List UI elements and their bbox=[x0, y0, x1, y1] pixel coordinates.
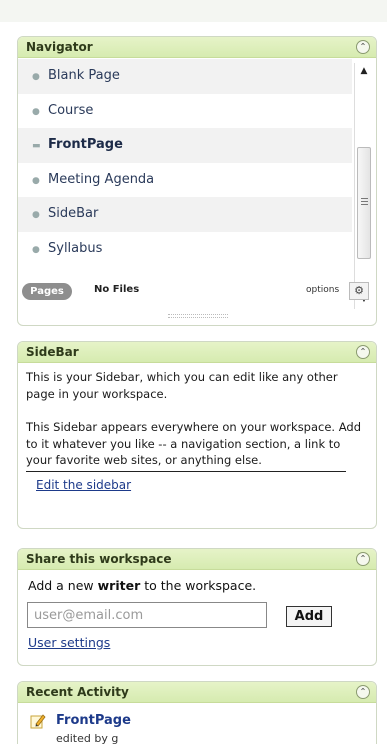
scroll-thumb[interactable] bbox=[357, 147, 371, 259]
edit-sidebar-link[interactable]: Edit the sidebar bbox=[36, 478, 376, 492]
nav-item-course[interactable]: ● Course bbox=[18, 94, 352, 129]
bullet-icon: ● bbox=[32, 72, 40, 82]
bullet-icon: ● bbox=[32, 210, 40, 221]
sidebar-body: This is your Sidebar, which you can edit… bbox=[18, 363, 376, 469]
nav-item-frontpage[interactable]: ▬ FrontPage bbox=[18, 128, 352, 163]
navigator-title: Navigator bbox=[26, 40, 93, 54]
nav-item-label: Course bbox=[48, 102, 94, 118]
recent-header: Recent Activity ⌃ bbox=[18, 682, 376, 703]
files-tab[interactable]: No Files bbox=[94, 284, 139, 295]
share-prompt-role: writer bbox=[97, 578, 141, 593]
recent-item-subtitle: edited by g bbox=[56, 732, 119, 744]
divider bbox=[26, 470, 346, 472]
nav-item-label: Meeting Agenda bbox=[48, 171, 155, 187]
gear-icon[interactable]: ⚙ bbox=[349, 282, 369, 300]
recent-activity-panel: Recent Activity ⌃ FrontPage edited by g bbox=[17, 681, 377, 744]
nav-item-label: Blank Page bbox=[48, 68, 120, 83]
sidebar-paragraph: This Sidebar appears everywhere on your … bbox=[26, 420, 361, 467]
sidebar-header: SideBar ⌃ bbox=[18, 342, 376, 363]
nav-item-meeting-agenda[interactable]: ● Meeting Agenda bbox=[18, 163, 352, 198]
scroll-up-arrow-icon[interactable]: ▲ bbox=[358, 65, 370, 77]
bullet-icon: ● bbox=[32, 175, 40, 186]
sidebar-panel: SideBar ⌃ This is your Sidebar, which yo… bbox=[17, 341, 377, 529]
navigator-header: Navigator ⌃ bbox=[18, 37, 376, 58]
add-button[interactable]: Add bbox=[286, 606, 332, 627]
navigator-collapse-icon[interactable]: ⌃ bbox=[356, 40, 370, 54]
share-collapse-icon[interactable]: ⌃ bbox=[356, 552, 370, 566]
navigator-scrollbar[interactable]: ▲ ▼ bbox=[354, 63, 372, 309]
share-panel: Share this workspace ⌃ Add a new writer … bbox=[17, 548, 377, 666]
grip-line bbox=[361, 204, 368, 205]
options-link[interactable]: options bbox=[306, 285, 339, 295]
nav-item-sidebar[interactable]: ● SideBar bbox=[18, 197, 352, 232]
nav-item-syllabus[interactable]: ● Syllabus bbox=[18, 232, 352, 267]
sidebar-paragraph: This is your Sidebar, which you can edit… bbox=[26, 370, 338, 401]
grip-line bbox=[361, 201, 368, 202]
share-prompt-suffix: to the workspace. bbox=[140, 578, 257, 593]
pencil-icon bbox=[30, 714, 46, 729]
pages-tab[interactable]: Pages bbox=[22, 283, 72, 300]
bullet-icon: ● bbox=[32, 106, 40, 117]
nav-item-blank-page[interactable]: ● Blank Page bbox=[18, 59, 352, 94]
share-title: Share this workspace bbox=[26, 552, 172, 566]
nav-item-label: SideBar bbox=[48, 206, 99, 222]
sidebar-collapse-icon[interactable]: ⌃ bbox=[356, 345, 370, 359]
sidebar-title: SideBar bbox=[26, 345, 79, 359]
navigator-page-list: ● Blank Page ● Course ▬ FrontPage ● Meeting … bbox=[18, 59, 352, 315]
resize-handle[interactable] bbox=[168, 314, 228, 318]
grip-line bbox=[361, 198, 368, 199]
navigator-panel: Navigator ⌃ ● Blank Page ● Course ▬ FrontPa… bbox=[17, 36, 377, 326]
nav-item-label: Syllabus bbox=[48, 240, 103, 256]
nav-item-label: FrontPage bbox=[48, 137, 123, 153]
recent-item-title[interactable]: FrontPage bbox=[56, 713, 131, 728]
bullet-icon: ● bbox=[32, 244, 40, 255]
user-settings-link[interactable]: User settings bbox=[28, 635, 110, 650]
top-strip bbox=[0, 0, 387, 22]
recent-collapse-icon[interactable]: ⌃ bbox=[356, 685, 370, 699]
share-prompt: Add a new writer to the workspace. bbox=[18, 570, 376, 593]
email-field[interactable] bbox=[27, 602, 267, 628]
share-header: Share this workspace ⌃ bbox=[18, 549, 376, 570]
bullet-icon: ▬ bbox=[32, 141, 41, 152]
share-prompt-prefix: Add a new bbox=[28, 578, 98, 593]
recent-title: Recent Activity bbox=[26, 685, 129, 699]
